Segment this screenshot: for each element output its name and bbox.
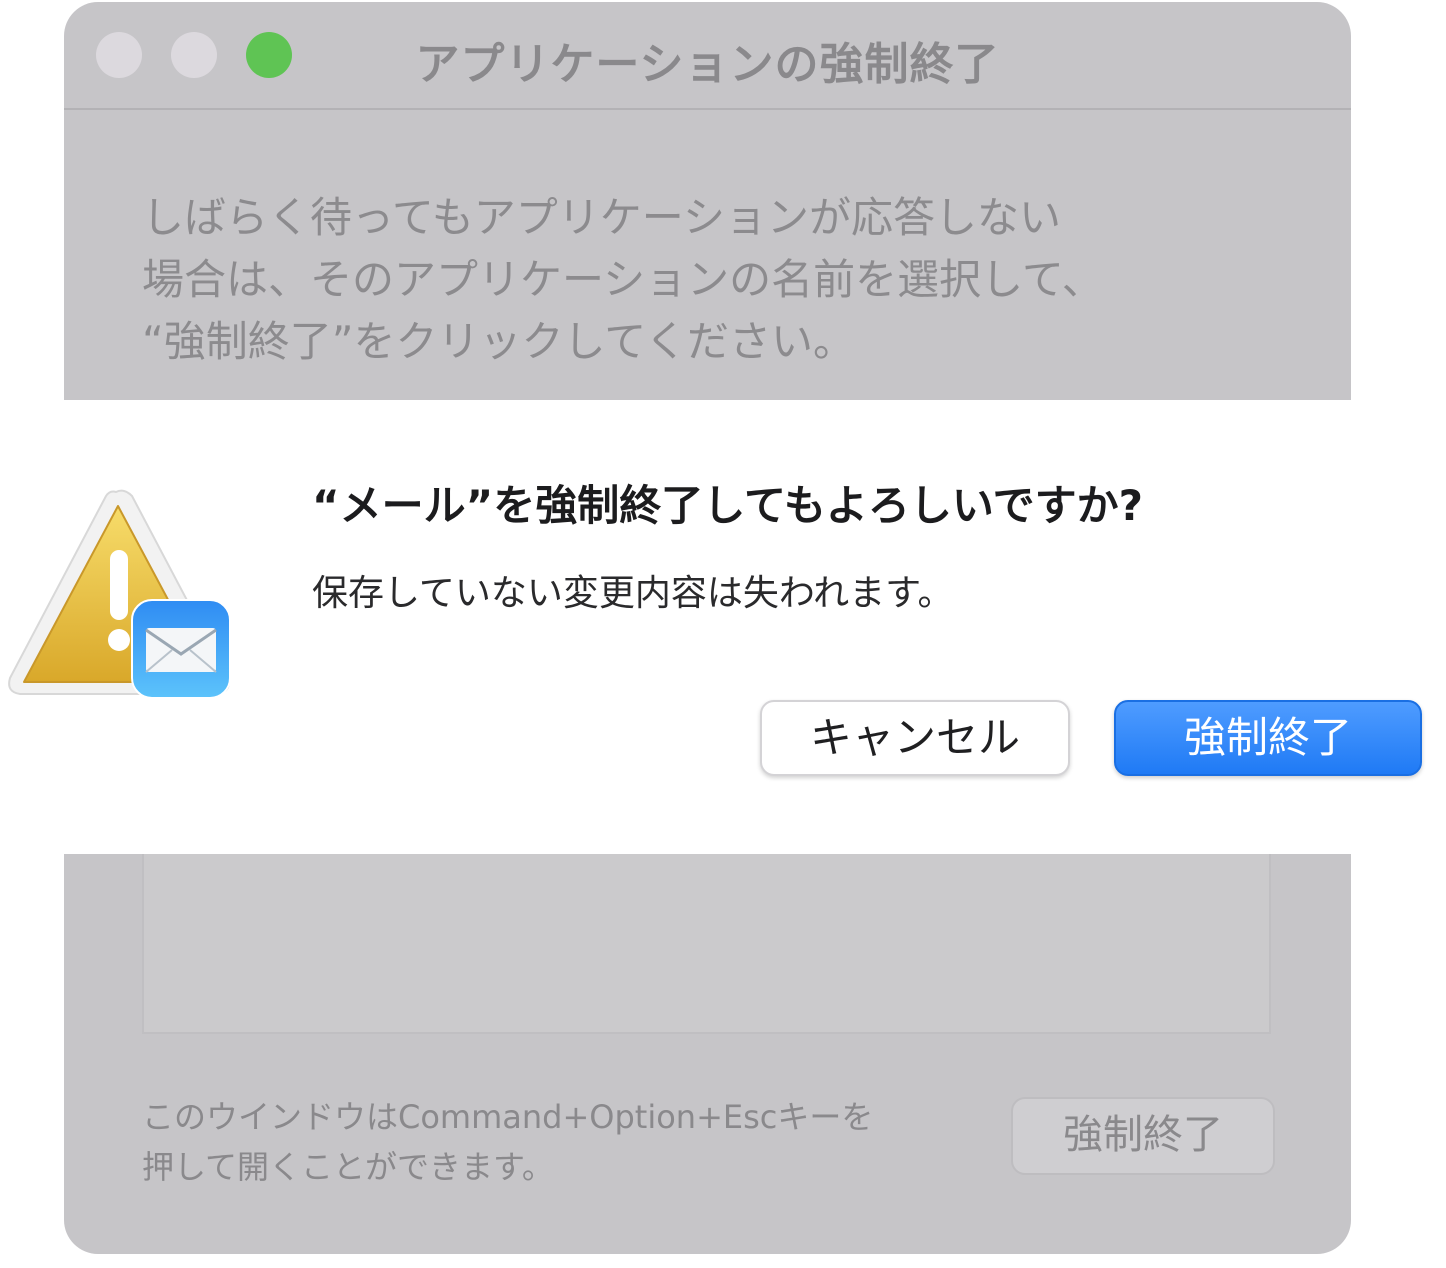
description-line: しばらく待ってもアプリケーションが応答しない [142, 193, 1061, 242]
window-description: しばらく待ってもアプリケーションが応答しない 場合は、そのアプリケーションの名前… [142, 187, 1262, 373]
footer-line: このウインドウはCommand+Option+Escキーを [142, 1098, 874, 1136]
cancel-button[interactable]: キャンセル [760, 700, 1070, 776]
alert-message: 保存していない変更内容は失われます。 [312, 573, 954, 614]
footer-line: 押して開くことができます。 [142, 1148, 554, 1186]
warning-triangle-with-mail-icon [8, 489, 231, 699]
window-title: アプリケーションの強制終了 [415, 39, 1000, 90]
window-force-quit-button[interactable]: 強制終了 [1011, 1097, 1275, 1175]
screen: アプリケーションの強制終了 しばらく待ってもアプリケーションが応答しない 場合は… [0, 0, 1446, 1268]
window-footer-text: このウインドウはCommand+Option+Escキーを 押して開くことができ… [142, 1092, 982, 1192]
description-line: 場合は、そのアプリケーションの名前を選択して、 [142, 255, 1104, 304]
alert-title: “メール”を強制終了してもよろしいですか? [312, 481, 1143, 530]
titlebar: アプリケーションの強制終了 [64, 2, 1351, 110]
description-line: “強制終了”をクリックしてください。 [142, 317, 855, 366]
confirmation-alert: “メール”を強制終了してもよろしいですか? 保存していない変更内容は失われます。… [0, 400, 1446, 854]
force-quit-confirm-button[interactable]: 強制終了 [1114, 700, 1422, 776]
application-list[interactable] [142, 842, 1271, 1034]
